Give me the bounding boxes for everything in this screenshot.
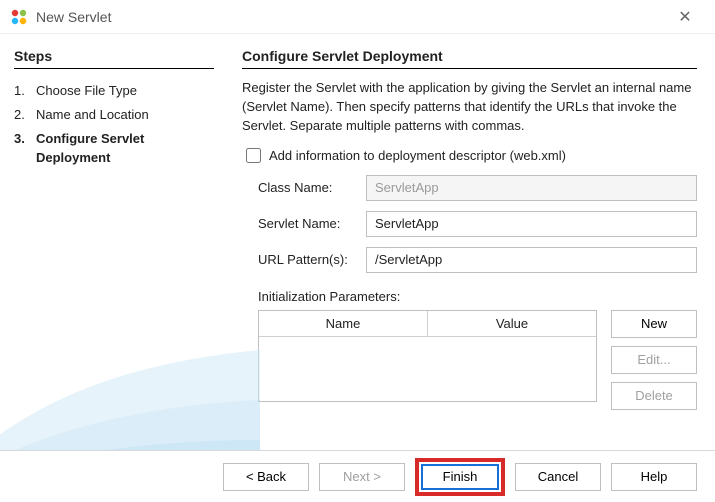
wizard-footer: < Back Next > Finish Cancel Help (0, 450, 715, 502)
page-title: Configure Servlet Deployment (242, 48, 697, 64)
finish-highlight: Finish (415, 458, 505, 496)
url-pattern-row: URL Pattern(s): (242, 247, 697, 273)
class-name-label: Class Name: (258, 180, 366, 195)
step-label: Configure Servlet Deployment (36, 130, 214, 166)
app-icon (10, 8, 28, 26)
servlet-name-label: Servlet Name: (258, 216, 366, 231)
col-value: Value (428, 311, 597, 337)
init-params-buttons: New Edit... Delete (611, 310, 697, 410)
step-label: Choose File Type (36, 82, 214, 100)
divider (14, 68, 214, 69)
page-description: Register the Servlet with the applicatio… (242, 79, 697, 136)
url-pattern-label: URL Pattern(s): (258, 252, 366, 267)
next-button[interactable]: Next > (319, 463, 405, 491)
help-button[interactable]: Help (611, 463, 697, 491)
init-params-area: Name Value New Edit... Delete (242, 310, 697, 410)
finish-button[interactable]: Finish (421, 464, 499, 490)
step-item-choose-file-type: 1. Choose File Type (14, 79, 214, 103)
new-button[interactable]: New (611, 310, 697, 338)
class-name-row: Class Name: (242, 175, 697, 201)
init-params-label: Initialization Parameters: (242, 289, 697, 304)
edit-button[interactable]: Edit... (611, 346, 697, 374)
steps-heading: Steps (14, 48, 214, 64)
back-button[interactable]: < Back (223, 463, 309, 491)
add-to-webxml-row[interactable]: Add information to deployment descriptor… (242, 148, 697, 163)
step-number: 2. (14, 106, 36, 124)
wizard-body: Steps 1. Choose File Type 2. Name and Lo… (0, 34, 715, 450)
step-label: Name and Location (36, 106, 214, 124)
titlebar: New Servlet ✕ (0, 0, 715, 34)
servlet-name-row: Servlet Name: (242, 211, 697, 237)
step-number: 3. (14, 130, 36, 148)
wizard-window: New Servlet ✕ Steps 1. Choose File Type … (0, 0, 715, 502)
decor-swoosh (0, 290, 260, 450)
cancel-button[interactable]: Cancel (515, 463, 601, 491)
add-to-webxml-label: Add information to deployment descriptor… (269, 148, 566, 163)
class-name-field (366, 175, 697, 201)
add-to-webxml-checkbox[interactable] (246, 148, 261, 163)
servlet-name-field[interactable] (366, 211, 697, 237)
step-number: 1. (14, 82, 36, 100)
url-pattern-field[interactable] (366, 247, 697, 273)
divider (242, 68, 697, 69)
close-icon[interactable]: ✕ (665, 7, 705, 27)
col-name: Name (259, 311, 428, 337)
step-item-configure-deployment: 3. Configure Servlet Deployment (14, 127, 214, 169)
steps-list: 1. Choose File Type 2. Name and Location… (14, 79, 214, 170)
delete-button[interactable]: Delete (611, 382, 697, 410)
window-title: New Servlet (36, 9, 665, 25)
steps-sidebar: Steps 1. Choose File Type 2. Name and Lo… (0, 34, 230, 450)
step-item-name-location: 2. Name and Location (14, 103, 214, 127)
main-panel: Configure Servlet Deployment Register th… (230, 34, 715, 450)
init-params-table[interactable]: Name Value (258, 310, 597, 402)
table-header-row: Name Value (259, 311, 596, 337)
